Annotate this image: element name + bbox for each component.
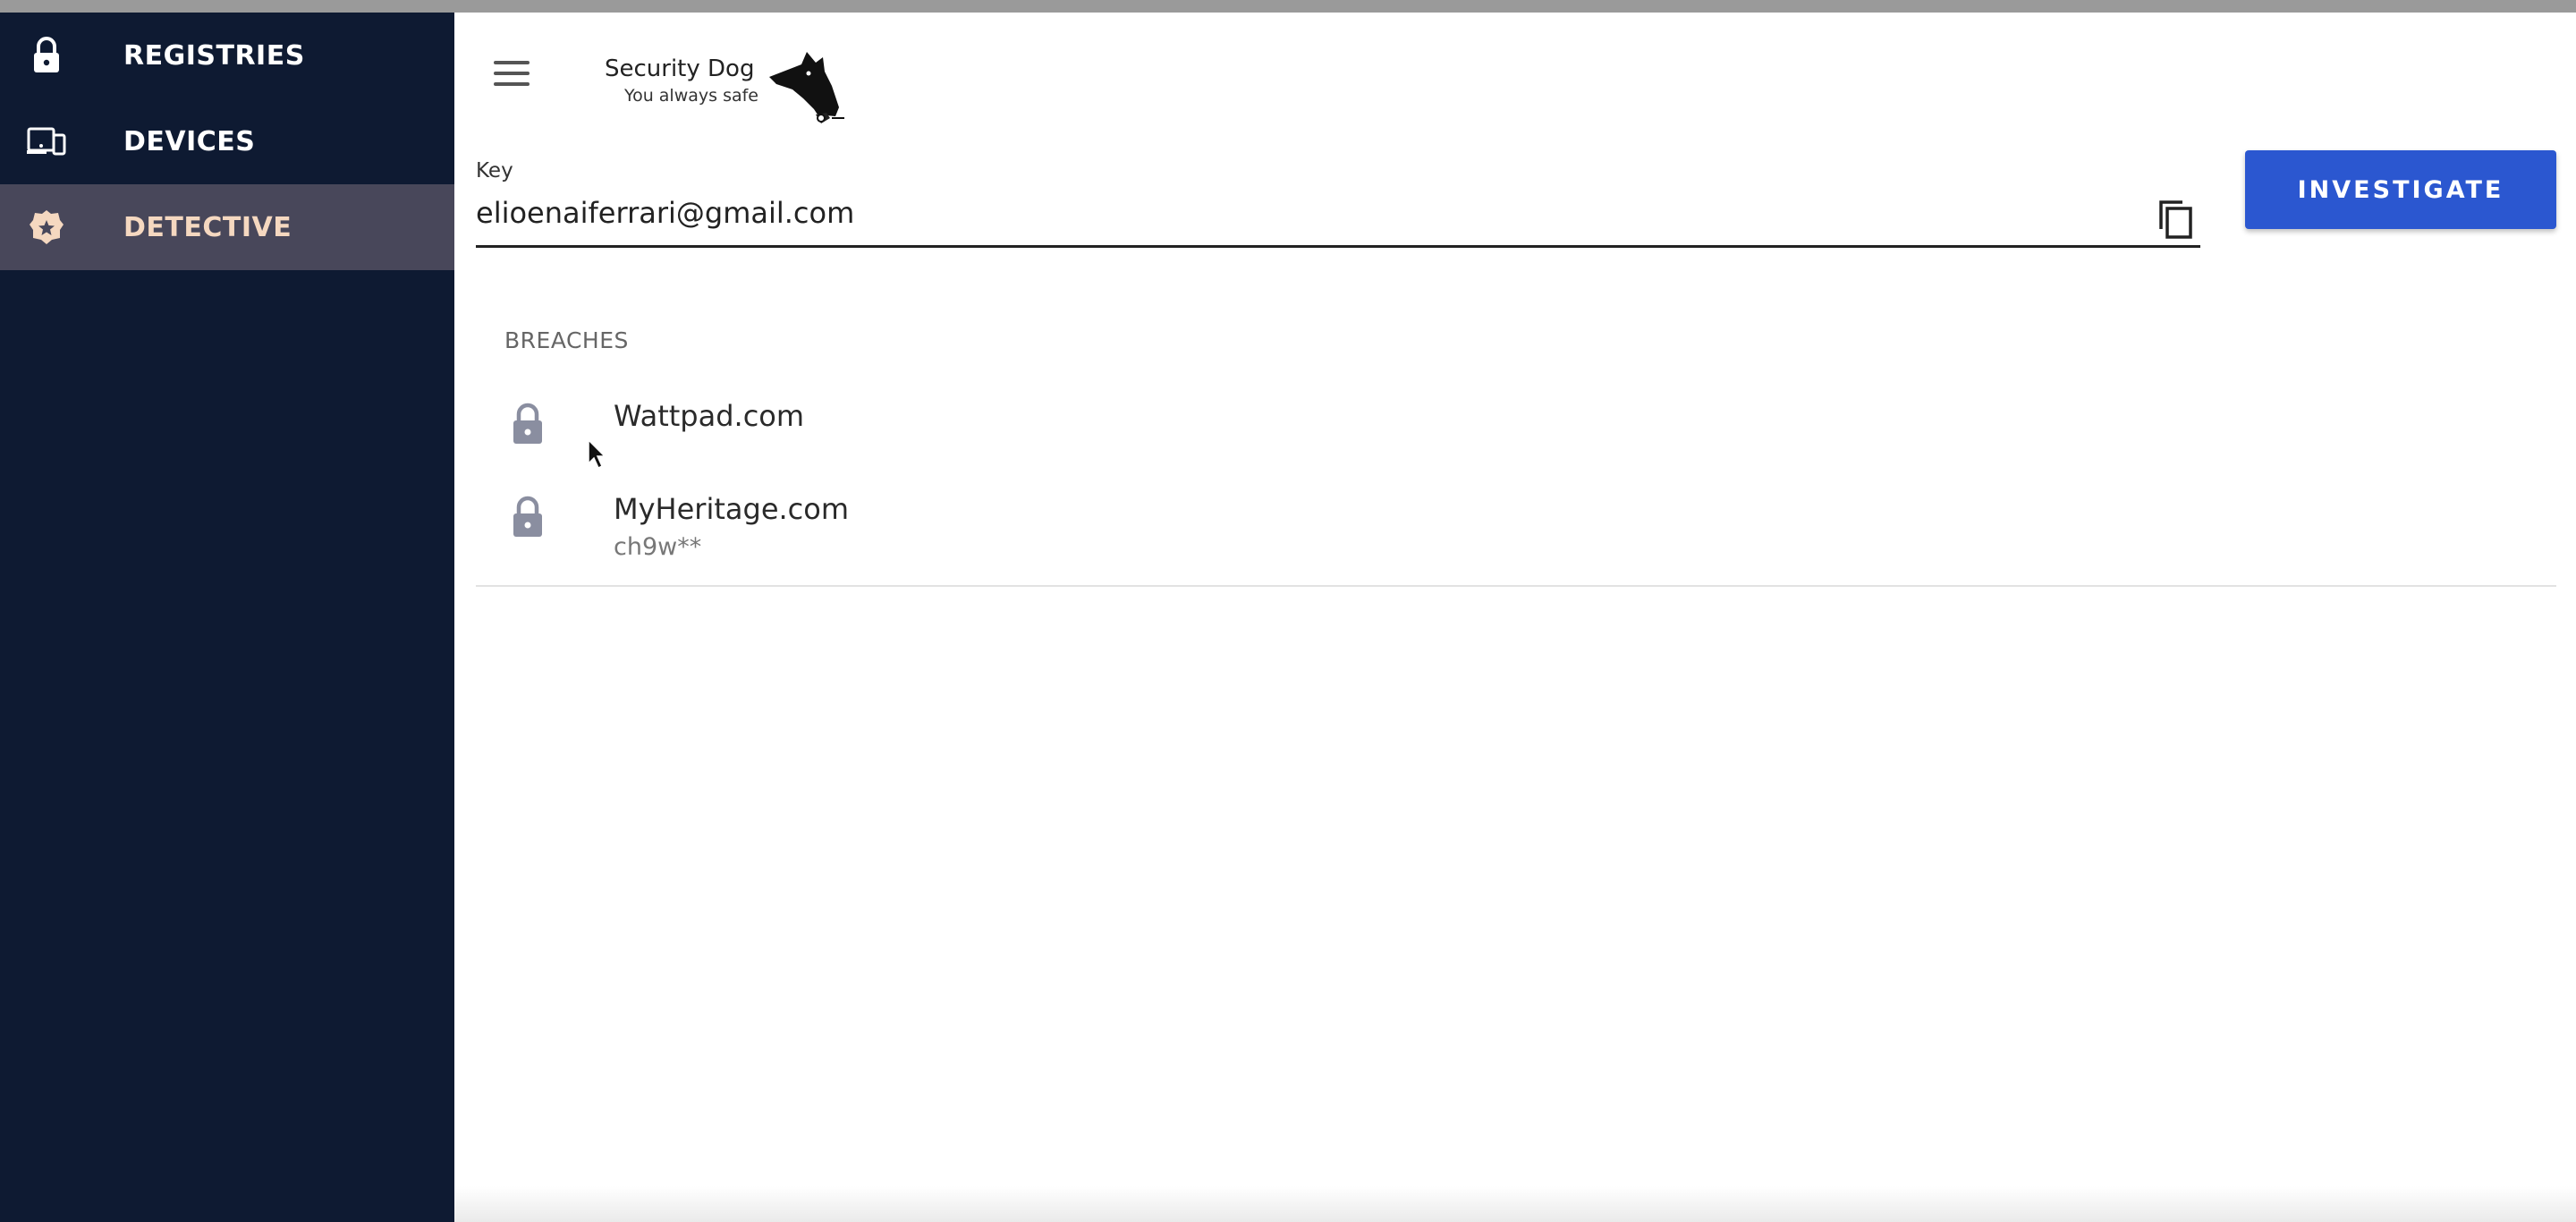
hamburger-menu-icon[interactable] <box>487 52 537 95</box>
lock-icon <box>27 36 66 75</box>
list-item[interactable]: Wattpad.com <box>476 388 2556 481</box>
list-item[interactable]: MyHeritage.com ch9w** <box>476 481 2556 592</box>
sidebar-item-devices[interactable]: DEVICES <box>0 98 454 184</box>
breach-detail: ch9w** <box>614 533 702 561</box>
sidebar-item-label: REGISTRIES <box>123 39 305 72</box>
investigate-button[interactable]: INVESTIGATE <box>2245 150 2556 229</box>
app-bar: Security Dog You always safe <box>454 13 2576 129</box>
sidebar-item-label: DEVICES <box>123 125 256 157</box>
mouse-cursor-icon <box>588 438 606 470</box>
sidebar: REGISTRIES DEVICES DETECTIVE <box>0 13 454 1222</box>
dog-logo-icon <box>769 52 844 123</box>
key-underline <box>476 245 2200 248</box>
divider <box>476 585 2556 587</box>
lock-icon <box>510 496 546 539</box>
sidebar-item-label: DETECTIVE <box>123 211 292 243</box>
breach-list: Wattpad.com MyHeritage.com ch9w** <box>476 388 2556 592</box>
breach-name: MyHeritage.com <box>614 492 850 526</box>
sidebar-item-registries[interactable]: REGISTRIES <box>0 13 454 98</box>
logo-title: Security Dog <box>605 55 755 82</box>
sidebar-item-detective[interactable]: DETECTIVE <box>0 184 454 270</box>
lock-icon <box>510 403 546 446</box>
key-input[interactable] <box>476 193 2157 233</box>
breach-name: Wattpad.com <box>614 399 805 433</box>
app-window: REGISTRIES DEVICES DETECTIVE Security Do… <box>0 13 2576 1222</box>
key-field: Key <box>476 159 2200 249</box>
breaches-title: BREACHES <box>504 327 629 353</box>
bottom-shade <box>454 1186 2576 1222</box>
key-label: Key <box>476 159 513 182</box>
main-content: Security Dog You always safe Key elioena… <box>454 13 2576 1222</box>
logo: Security Dog You always safe <box>597 36 857 125</box>
devices-icon <box>27 122 66 161</box>
badge-icon <box>27 208 66 247</box>
logo-subtitle: You always safe <box>624 86 758 106</box>
copy-icon[interactable] <box>2154 197 2199 242</box>
